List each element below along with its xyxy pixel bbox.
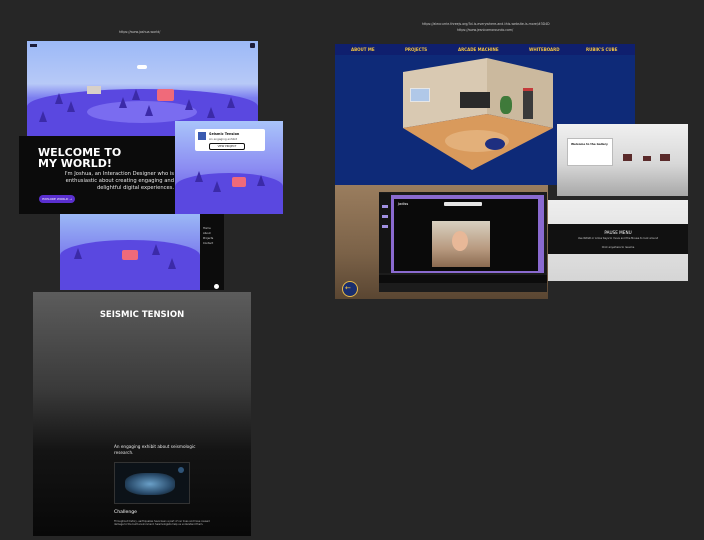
exhibit-sculpture-image [125, 473, 175, 495]
app-title: Jadiss [398, 202, 409, 206]
seismic-tension-frame[interactable]: SEISMIC TENSION An engaging exhibit abou… [33, 292, 251, 536]
project-card-frame[interactable]: Seismic Tension An engaging exhibit VIEW… [175, 121, 283, 214]
welcome-hero-panel: WELCOME TO MY WORLD! I'm Joshua, an Inte… [19, 136, 175, 214]
desk-monitor-icon[interactable] [460, 92, 490, 108]
pause-menu-title: PAUSE MENU [604, 230, 632, 235]
arcade-machine-icon[interactable] [523, 88, 533, 119]
pause-menu-panel: PAUSE MENU Use WASD or Arrow Keys to mov… [548, 224, 688, 254]
artwork-icon[interactable] [660, 154, 670, 161]
webcam-photo [432, 221, 490, 267]
arrow-left-icon: ← [345, 284, 351, 292]
house-icon[interactable] [157, 89, 174, 101]
nav-arcade-machine[interactable]: ARCADE MACHINE [458, 47, 499, 52]
tree-icon [257, 175, 265, 186]
tree-icon [168, 258, 176, 269]
design-canvas: https://www.joshua.world/ https://alexcu… [0, 0, 704, 540]
ground-path [87, 101, 197, 123]
whiteboard-icon[interactable] [410, 88, 430, 102]
tree-icon [119, 97, 127, 108]
bean-bag-icon[interactable] [485, 138, 505, 150]
logo-icon [30, 44, 37, 47]
challenge-heading: Challenge [114, 510, 137, 515]
tree-icon [195, 171, 203, 182]
hero-title: WELCOME TO MY WORLD! [38, 146, 122, 170]
view-project-button[interactable]: VIEW PROJECT [209, 143, 245, 150]
nav-whiteboard[interactable]: WHITEBOARD [529, 47, 560, 52]
tree-icon [55, 93, 63, 104]
seismic-tagline: An engaging exhibit about seismologic re… [114, 444, 196, 455]
pause-menu-text: Use WASD or Arrow Keys to move and the M… [577, 237, 659, 240]
child-face-image [452, 231, 468, 251]
tree-icon [67, 101, 75, 112]
tree-icon [152, 244, 160, 255]
tree-icon [39, 111, 47, 122]
project-card[interactable]: Seismic Tension An engaging exhibit VIEW… [195, 129, 265, 151]
artwork-icon[interactable] [643, 156, 651, 161]
tree-icon [132, 89, 140, 100]
tree-icon [213, 181, 221, 192]
app-sidebar [379, 193, 391, 273]
play-icon[interactable] [178, 467, 184, 473]
url-label-right-1: https://alexcurrie.threejs.org/3d-is-eve… [422, 22, 550, 26]
url-label-right-2: https://www.jesnicamoroundo.com/ [457, 28, 514, 32]
pause-menu-frame[interactable]: PAUSE MENU Use WASD or Arrow Keys to mov… [548, 200, 688, 281]
building-icon [87, 86, 101, 94]
app-search-input[interactable] [444, 202, 482, 206]
back-arrow-button[interactable]: ← [342, 281, 358, 297]
plant-icon [500, 96, 512, 114]
house-icon [122, 250, 138, 260]
sidebar-icon[interactable] [382, 225, 388, 228]
side-menu-item-contact[interactable]: Contact [203, 241, 213, 246]
tree-icon [185, 99, 193, 110]
tree-icon [227, 97, 235, 108]
sidebar-icon[interactable] [382, 215, 388, 218]
joshua-menu-frame[interactable]: Home About Projects Contact [60, 214, 224, 290]
gallery-panel-heading: Welcome to the Gallery [571, 142, 608, 146]
nav-about-me[interactable]: ABOUT ME [351, 47, 375, 52]
tree-icon [207, 107, 215, 118]
seismic-title: SEISMIC TENSION [99, 310, 185, 320]
explore-world-button[interactable]: EXPLORE WORLD → [39, 195, 75, 203]
nav-rubiks-cube[interactable]: RUBIK'S CUBE [586, 47, 617, 52]
project-thumbnail-icon [198, 132, 206, 140]
desk-photo-frame[interactable]: Jadiss ← [335, 185, 548, 299]
tree-icon [145, 105, 153, 116]
exhibit-video-thumbnail[interactable] [114, 462, 190, 504]
taskbar [379, 275, 547, 283]
gallery-frame[interactable]: Welcome to the Gallery [557, 124, 688, 196]
house-icon [232, 177, 246, 187]
close-icon[interactable] [214, 284, 219, 289]
challenge-body: Throughout history, earthquakes have bee… [114, 520, 210, 527]
ground-hill [175, 173, 283, 214]
room-navbar: ABOUT ME PROJECTS ARCADE MACHINE WHITEBO… [335, 44, 635, 55]
url-label-left: https://www.joshua.world/ [119, 30, 161, 34]
project-card-subtitle: An engaging exhibit [209, 137, 238, 141]
gallery-info-panel: Welcome to the Gallery [567, 138, 613, 166]
side-menu: Home About Projects Contact [200, 214, 224, 290]
tree-icon [74, 248, 82, 259]
menu-icon[interactable] [250, 43, 255, 48]
artwork-icon[interactable] [623, 154, 632, 161]
cloud-icon [137, 65, 147, 69]
hero-text: I'm Joshua, an Interaction Designer who … [64, 171, 174, 191]
project-card-title: Seismic Tension [209, 132, 240, 136]
resume-link[interactable]: Click anywhere to resume [548, 246, 688, 249]
nav-projects[interactable]: PROJECTS [405, 47, 427, 52]
app-window[interactable]: Jadiss [394, 199, 538, 271]
sidebar-icon[interactable] [382, 205, 388, 208]
